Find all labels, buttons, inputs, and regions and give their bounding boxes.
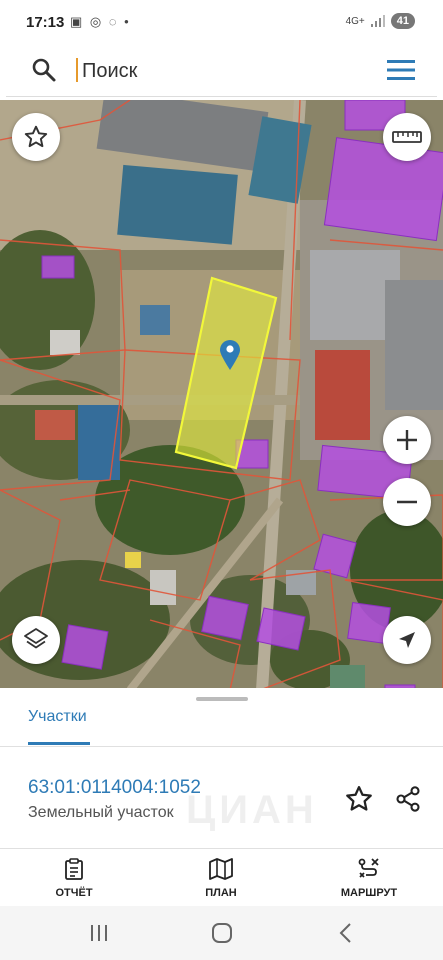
ruler-icon	[392, 131, 422, 143]
add-favorite-star-icon[interactable]	[344, 784, 374, 814]
route-label: МАРШРУТ	[340, 887, 398, 899]
signal-icon	[370, 15, 385, 27]
layers-button[interactable]	[12, 616, 60, 664]
report-label: ОТЧЁТ	[55, 887, 93, 899]
plan-button[interactable]: ПЛАН	[166, 853, 276, 905]
divider	[0, 746, 443, 747]
search-input[interactable]	[80, 52, 364, 90]
star-icon	[24, 125, 48, 148]
favorites-button[interactable]	[12, 113, 60, 161]
zoom-in-button[interactable]	[383, 416, 431, 464]
zoom-out-button[interactable]	[383, 478, 431, 526]
plus-icon	[397, 430, 417, 450]
ruler-button[interactable]	[383, 113, 431, 161]
share-icon[interactable]	[394, 784, 422, 814]
search-icon[interactable]	[30, 56, 58, 84]
menu-icon[interactable]	[387, 58, 415, 82]
watermark: ЦИАН	[186, 788, 318, 832]
drag-handle[interactable]	[196, 697, 248, 701]
status-indicators: 4G+ 41	[346, 13, 415, 29]
parcel-type: Земельный участок	[28, 804, 174, 821]
search-bar	[6, 44, 437, 97]
network-indicator: 4G+	[345, 15, 365, 27]
system-nav-bar	[0, 906, 443, 960]
my-location-button[interactable]	[383, 616, 431, 664]
active-tab-indicator	[28, 742, 90, 745]
action-bar: ОТЧЁТ ПЛАН МАРШРУТ	[0, 848, 443, 907]
route-button[interactable]: МАРШРУТ	[314, 853, 424, 905]
home-icon[interactable]	[207, 920, 237, 946]
satellite-map[interactable]	[0, 100, 443, 690]
route-icon	[358, 858, 379, 878]
back-icon[interactable]	[331, 920, 361, 946]
report-clipboard-icon	[65, 858, 83, 880]
report-button[interactable]: ОТЧЁТ	[19, 853, 129, 905]
map-plan-icon	[209, 858, 233, 880]
plan-label: ПЛАН	[205, 887, 237, 899]
status-time: 17:13	[26, 14, 65, 31]
minus-icon	[397, 500, 417, 504]
text-cursor	[76, 58, 78, 82]
status-bar: 17:13 ▣ ◎ ◌ • 4G+ 41	[0, 0, 443, 44]
map-view[interactable]	[0, 100, 443, 690]
navigation-arrow-icon	[399, 632, 415, 648]
notification-icons: ▣ ◎ ◌ •	[70, 14, 131, 29]
tab-parcels[interactable]: Участки	[28, 708, 87, 726]
layers-icon	[24, 628, 48, 649]
parcel-cadastral-number[interactable]: 63:01:0114004:1052	[28, 777, 201, 799]
recent-apps-icon[interactable]	[84, 920, 114, 946]
battery-indicator: 41	[390, 13, 415, 29]
